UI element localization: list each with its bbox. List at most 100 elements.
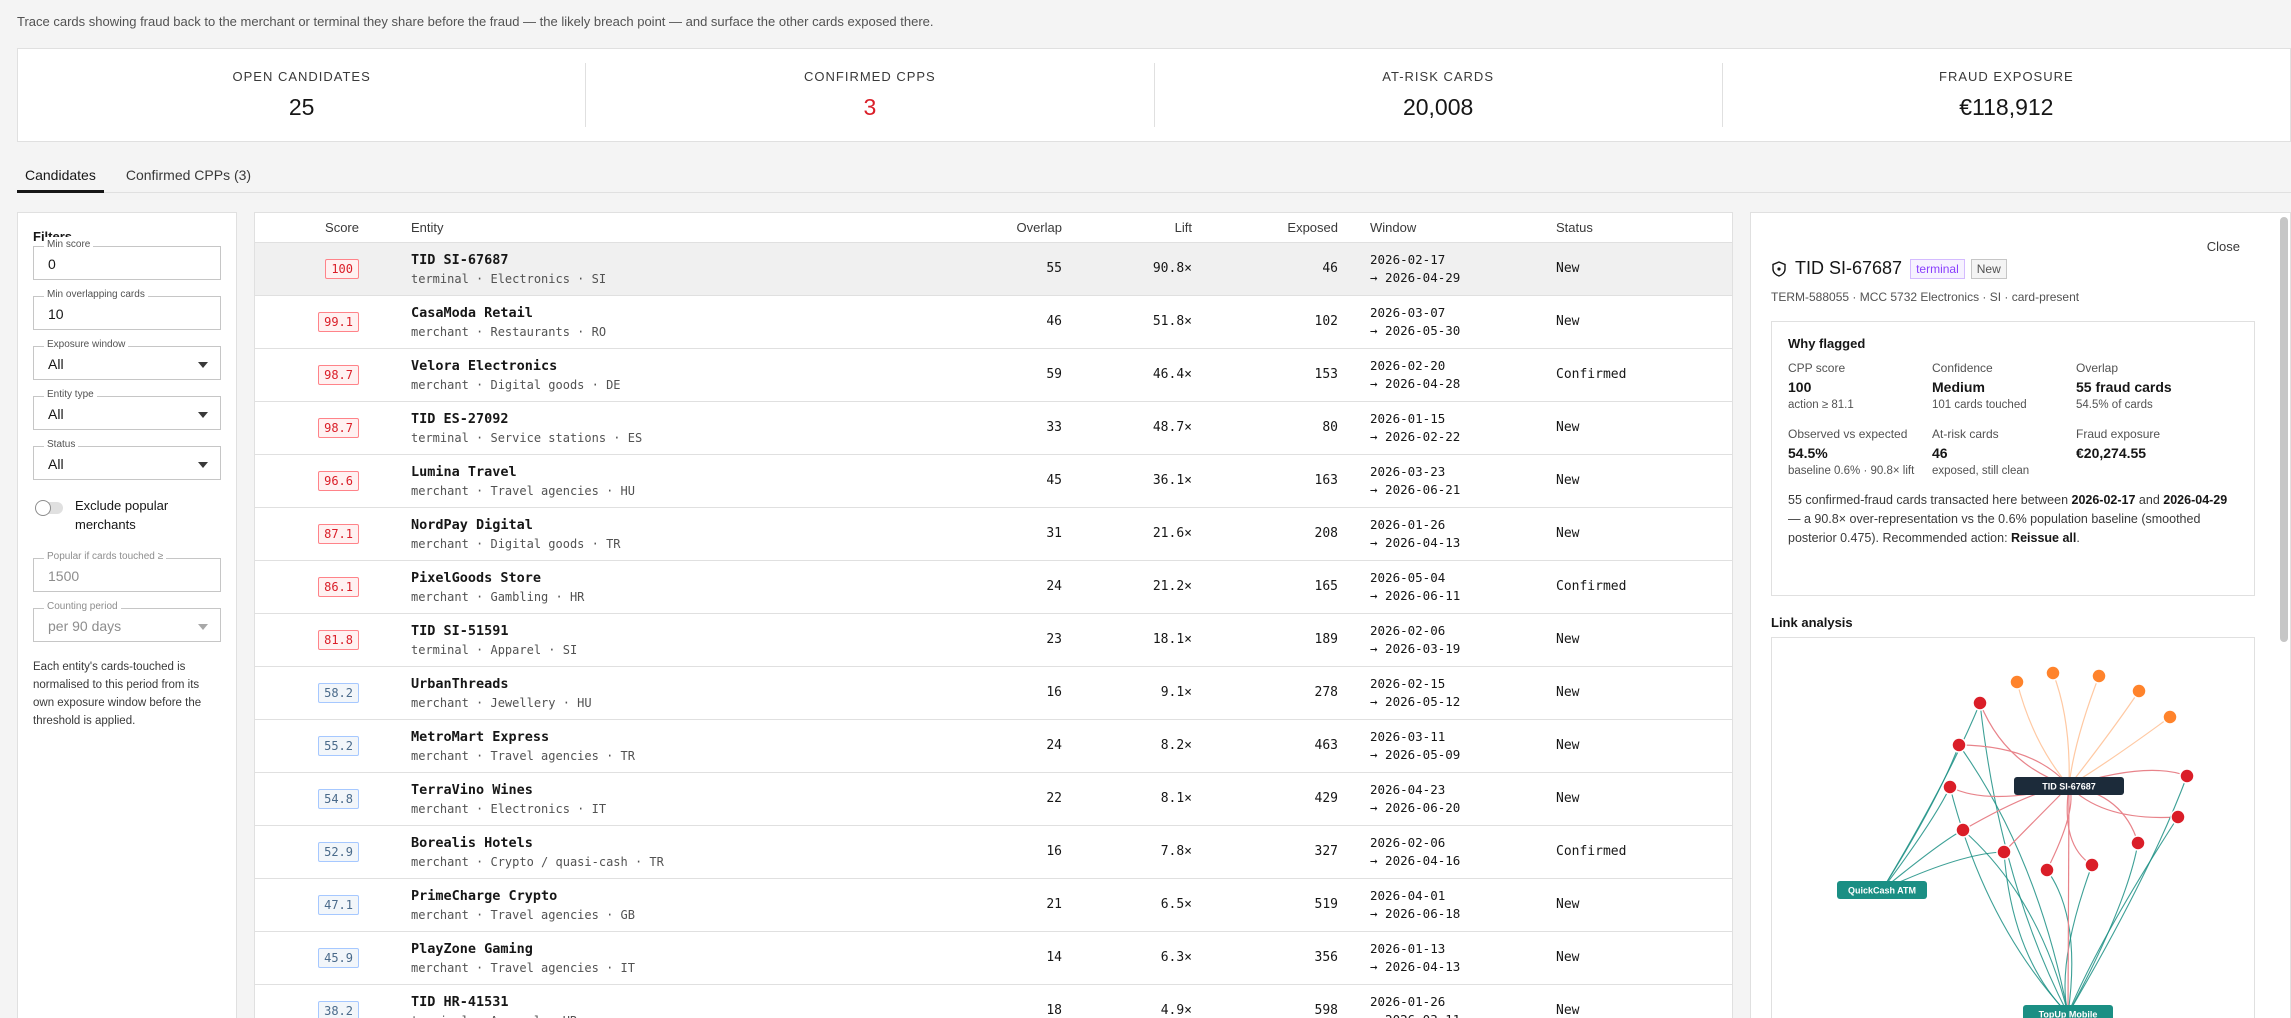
col-score[interactable]: Score (255, 213, 379, 243)
overlap-cell: 14 (942, 931, 1062, 985)
exposed-cell: 208 (1192, 507, 1338, 561)
link-analysis-graph[interactable]: TID SI-67687 QuickCash ATM TopUp Mobile (1771, 637, 2255, 1018)
table-row[interactable]: 96.6 Lumina Travel merchant · Travel agenc… (255, 454, 1732, 508)
min-overlap-input[interactable]: Min overlapping cards 10 (33, 287, 221, 330)
col-overlap[interactable]: Overlap (942, 213, 1062, 243)
window-cell: 2026-02-20 → 2026-04-28 (1338, 348, 1556, 402)
fraud-card-node (2179, 768, 2195, 784)
window-cell: 2026-03-11 → 2026-05-09 (1338, 719, 1556, 773)
tab-confirmed-cpps[interactable]: Confirmed CPPs (3) (118, 163, 259, 193)
window-cell: 2026-02-17 → 2026-04-29 (1338, 242, 1556, 296)
status-select[interactable]: Status All (33, 437, 221, 480)
table-row[interactable]: 45.9 PlayZone Gaming merchant · Travel age… (255, 931, 1732, 985)
link-edge (2068, 716, 2171, 787)
chevron-down-icon (198, 362, 208, 368)
table-row[interactable]: 86.1 PixelGoods Store merchant · Gambling … (255, 560, 1732, 614)
tab-candidates[interactable]: Candidates (17, 163, 104, 193)
col-window[interactable]: Window (1338, 213, 1556, 243)
score-badge: 98.7 (318, 417, 359, 438)
window-end: → 2026-04-28 (1370, 375, 1461, 391)
table-row[interactable]: 87.1 NordPay Digital merchant · Digital go… (255, 507, 1732, 561)
entity-name: Velora Electronics (411, 357, 558, 374)
field-value: 0 (48, 256, 56, 272)
table-row[interactable]: 58.2 UrbanThreads merchant · Jewellery · H… (255, 666, 1732, 720)
status-cell: New (1556, 931, 1732, 985)
score-badge: 38.2 (318, 1000, 359, 1018)
counting-period-select[interactable]: Counting period per 90 days (33, 599, 221, 642)
window-end: → 2026-03-11 (1370, 1011, 1556, 1018)
overlap-cell: 16 (942, 825, 1062, 879)
link-edge (1881, 702, 1981, 891)
shield-icon (1772, 260, 1786, 277)
score-badge: 99.1 (318, 311, 359, 332)
status-tag: New (1970, 258, 2007, 279)
entity-type-select[interactable]: Entity type All (33, 387, 221, 430)
close-button[interactable]: Close (2207, 239, 2240, 254)
fraud-card-node (1972, 695, 1988, 711)
entity-name: UrbanThreads (411, 675, 509, 692)
metric-cpp-score: CPP score 100 action ≥ 81.1 (1788, 361, 1932, 411)
table-row[interactable]: 54.8 TerraVino Wines merchant · Electronic… (255, 772, 1732, 826)
exclude-popular-label: Exclude popular merchants (75, 498, 169, 532)
entity-name: TID SI-51591 (411, 622, 509, 639)
status-cell: New (1556, 878, 1732, 932)
window-start: 2026-01-26 (1370, 993, 1446, 1009)
window-start: 2026-02-06 (1370, 834, 1446, 850)
table-row[interactable]: 52.9 Borealis Hotels merchant · Crypto / q… (255, 825, 1732, 879)
window-start: 2026-04-23 (1370, 781, 1446, 797)
status-cell: Confirmed (1556, 348, 1732, 402)
metric-overlap: Overlap 55 fraud cards 54.5% of cards (2076, 361, 2220, 411)
lift-cell: 36.1× (1062, 454, 1192, 508)
window-cell: 2026-02-06 → 2026-03-19 (1338, 613, 1556, 667)
table-row[interactable]: 38.2 TID HR-41531 terminal · Apparel · HR1… (255, 984, 1732, 1018)
scrollbar[interactable] (2280, 217, 2288, 642)
exclude-popular-toggle[interactable] (35, 500, 63, 516)
overlap-cell: 24 (942, 719, 1062, 773)
chevron-down-icon (198, 462, 208, 468)
col-lift[interactable]: Lift (1062, 213, 1192, 243)
col-exposed[interactable]: Exposed (1192, 213, 1338, 243)
metric-label: Confidence (1932, 361, 1993, 375)
fraud-card-node (1996, 844, 2012, 860)
metric-sub: 54.5% of cards (2076, 399, 2153, 411)
entity-name: Borealis Hotels (411, 834, 533, 851)
table-row[interactable]: 98.7 Velora Electronics merchant · Digital… (255, 348, 1732, 402)
window-start: 2026-03-07 (1370, 304, 1446, 320)
kpi-value: 20,008 (1402, 94, 1474, 120)
entity-name: TID ES-27092 (411, 410, 509, 427)
entity-name: TID HR-41531 (411, 993, 509, 1010)
status-cell: New (1556, 719, 1732, 773)
overlap-cell: 16 (942, 666, 1062, 720)
window-cell: 2026-01-26 → 2026-03-11 (1338, 984, 1556, 1018)
status-cell: Confirmed (1556, 560, 1732, 614)
exposure-window-select[interactable]: Exposure window All (33, 337, 221, 380)
col-entity[interactable]: Entity (379, 213, 942, 243)
lift-cell: 90.8× (1062, 242, 1192, 296)
lift-cell: 46.4× (1062, 348, 1192, 402)
metric-value: 46 (1932, 445, 1948, 461)
window-cell: 2026-01-26 → 2026-04-13 (1338, 507, 1556, 561)
status-cell: Confirmed (1556, 825, 1732, 879)
col-status[interactable]: Status (1556, 213, 1732, 243)
kpi-value: 3 (863, 94, 877, 120)
window-end: → 2026-06-21 (1370, 481, 1461, 497)
kpi-label: AT-RISK CARDS (1382, 69, 1494, 84)
table-row[interactable]: 81.8 TID SI-51591 terminal · Apparel · SI 2… (255, 613, 1732, 667)
table-row[interactable]: 47.1 PrimeCharge Crypto merchant · Travel … (255, 878, 1732, 932)
table-row[interactable]: 98.7 TID ES-27092 terminal · Service stati… (255, 401, 1732, 455)
table-row[interactable]: 100 TID SI-67687 terminal · Electronics · … (255, 242, 1732, 296)
link-edge (1962, 829, 2069, 1015)
popular-threshold-input[interactable]: Popular if cards touched ≥ 1500 (33, 549, 221, 592)
table-row[interactable]: 99.1 CasaModa Retail merchant · Restaurant… (255, 295, 1732, 349)
link-analysis-title: Link analysis (1771, 615, 1853, 630)
table-row[interactable]: 55.2 MetroMart Express merchant · Travel a… (255, 719, 1732, 773)
entity-type-tag: terminal (1910, 258, 1965, 279)
window-end: → 2026-04-16 (1370, 852, 1461, 868)
detail-title: TID SI-67687 (1795, 258, 1903, 278)
min-score-input[interactable]: Min score 0 (33, 237, 221, 280)
link-edge (1881, 744, 1960, 891)
at-risk-card-node (2131, 683, 2147, 699)
entity-meta: merchant · Travel agencies · TR (411, 748, 635, 763)
summary-text: — a 90.8× over-representation vs the 0.6… (1788, 512, 2201, 545)
field-value: All (48, 456, 64, 472)
